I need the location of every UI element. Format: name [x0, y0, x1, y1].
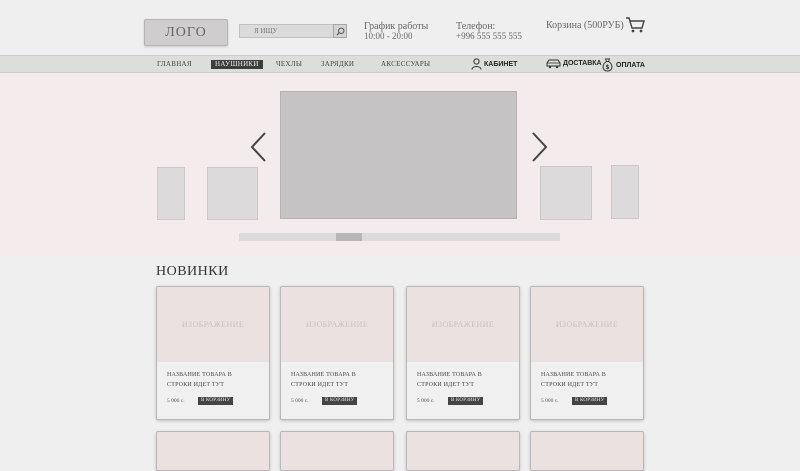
product-card[interactable]: ИЗОБРАЖЕНИЕ НАЗВАНИЕ ТОВАРА В СТРОКИ ИДЕТ …	[280, 286, 394, 420]
nav-item-chargers[interactable]: ЗАРЯДКИ	[321, 60, 354, 69]
add-to-cart-button[interactable]: В КОРЗИНУ	[198, 397, 234, 405]
product-name-line: НАЗВАНИЕ ТОВАРА В	[417, 372, 482, 378]
product-name[interactable]: НАЗВАНИЕ ТОВАРА В СТРОКИ ИДЕТ ТУТ	[291, 370, 387, 390]
main-nav: ГЛАВНАЯ НАУШНИКИ ЧЕХЛЫ ЗАРЯДКИ АКСЕССУАР…	[0, 55, 800, 73]
product-card-partial[interactable]	[280, 431, 394, 471]
add-to-cart-button[interactable]: В КОРЗИНУ	[448, 397, 484, 405]
product-image[interactable]: ИЗОБРАЖЕНИЕ	[531, 287, 643, 362]
nav-item-accessories[interactable]: АКСЕССУАРЫ	[381, 60, 430, 69]
cabinet-link[interactable]: КАБИНЕТ	[471, 58, 517, 70]
payment-link[interactable]: $ ОПЛАТА	[601, 58, 645, 72]
slide-preview-far-right[interactable]	[611, 165, 639, 219]
schedule-value: 10:00 - 20:00	[364, 31, 413, 41]
delivery-link[interactable]: ДОСТАВКА	[546, 58, 602, 69]
product-price: 5 000 с.	[417, 398, 435, 404]
slide-preview-right[interactable]	[540, 166, 592, 220]
product-image[interactable]: ИЗОБРАЖЕНИЕ	[281, 287, 393, 362]
slide-main-image[interactable]	[280, 91, 517, 219]
delivery-label: ДОСТАВКА	[563, 60, 602, 67]
product-card-partial[interactable]	[530, 431, 644, 471]
slider-prev-button[interactable]	[248, 131, 268, 168]
product-name-line: СТРОКИ ИДЕТ ТУТ	[541, 382, 599, 388]
search-icon	[335, 27, 344, 36]
slide-preview-left[interactable]	[207, 167, 258, 220]
product-image[interactable]: ИЗОБРАЖЕНИЕ	[407, 287, 519, 362]
product-name[interactable]: НАЗВАНИЕ ТОВАРА В СТРОКИ ИДЕТ ТУТ	[417, 370, 513, 390]
product-name-line: НАЗВАНИЕ ТОВАРА В	[167, 372, 232, 378]
nav-item-cases[interactable]: ЧЕХЛЫ	[276, 60, 302, 69]
product-name[interactable]: НАЗВАНИЕ ТОВАРА В СТРОКИ ИДЕТ ТУТ	[541, 370, 637, 390]
product-name-line: СТРОКИ ИДЕТ ТУТ	[417, 382, 475, 388]
slider-next-button[interactable]	[530, 131, 550, 168]
section-title: НОВИНКИ	[156, 264, 229, 279]
cabinet-label: КАБИНЕТ	[484, 60, 518, 68]
cart-icon	[626, 17, 645, 33]
slider-scroll-thumb[interactable]	[336, 233, 362, 241]
product-card[interactable]: ИЗОБРАЖЕНИЕ НАЗВАНИЕ ТОВАРА В СТРОКИ ИДЕТ …	[406, 286, 520, 420]
logo[interactable]: ЛОГО	[144, 19, 228, 46]
money-bag-icon: $	[602, 58, 613, 72]
chevron-right-icon	[532, 132, 548, 162]
product-image[interactable]: ИЗОБРАЖЕНИЕ	[157, 287, 269, 362]
nav-item-home[interactable]: ГЛАВНАЯ	[157, 60, 192, 69]
svg-text:$: $	[605, 64, 609, 71]
search-input[interactable]: Я ИЩУ	[239, 24, 333, 38]
product-card-partial[interactable]	[156, 431, 270, 471]
slide-preview-far-left[interactable]	[157, 167, 185, 220]
add-to-cart-button[interactable]: В КОРЗИНУ	[322, 397, 358, 405]
product-card[interactable]: ИЗОБРАЖЕНИЕ НАЗВАНИЕ ТОВАРА В СТРОКИ ИДЕТ …	[156, 286, 270, 420]
phone-value[interactable]: +996 555 555 555	[456, 31, 522, 42]
product-name-line: СТРОКИ ИДЕТ ТУТ	[291, 382, 349, 388]
cart-label[interactable]: Корзина (500РУБ)	[546, 20, 624, 31]
chevron-left-icon	[250, 132, 266, 162]
product-price: 5 000 с.	[291, 398, 309, 404]
search-button[interactable]	[333, 24, 347, 38]
car-icon	[546, 59, 561, 69]
slider-scrollbar[interactable]	[239, 233, 560, 241]
nav-item-headphones[interactable]: НАУШНИКИ	[211, 60, 263, 69]
product-name-line: НАЗВАНИЕ ТОВАРА В	[291, 372, 356, 378]
product-name-line: СТРОКИ ИДЕТ ТУТ	[167, 382, 225, 388]
add-to-cart-button[interactable]: В КОРЗИНУ	[572, 397, 608, 405]
product-card-partial[interactable]	[406, 431, 520, 471]
user-icon	[471, 58, 482, 70]
product-name-line: НАЗВАНИЕ ТОВАРА В	[541, 372, 606, 378]
product-price: 5 000 с.	[167, 398, 185, 404]
payment-label: ОПЛАТА	[616, 61, 645, 69]
product-price: 5 000 с.	[541, 398, 559, 404]
cart-button[interactable]	[625, 16, 645, 38]
product-card[interactable]: ИЗОБРАЖЕНИЕ НАЗВАНИЕ ТОВАРА В СТРОКИ ИДЕТ …	[530, 286, 644, 420]
product-name[interactable]: НАЗВАНИЕ ТОВАРА В СТРОКИ ИДЕТ ТУТ	[167, 370, 263, 390]
